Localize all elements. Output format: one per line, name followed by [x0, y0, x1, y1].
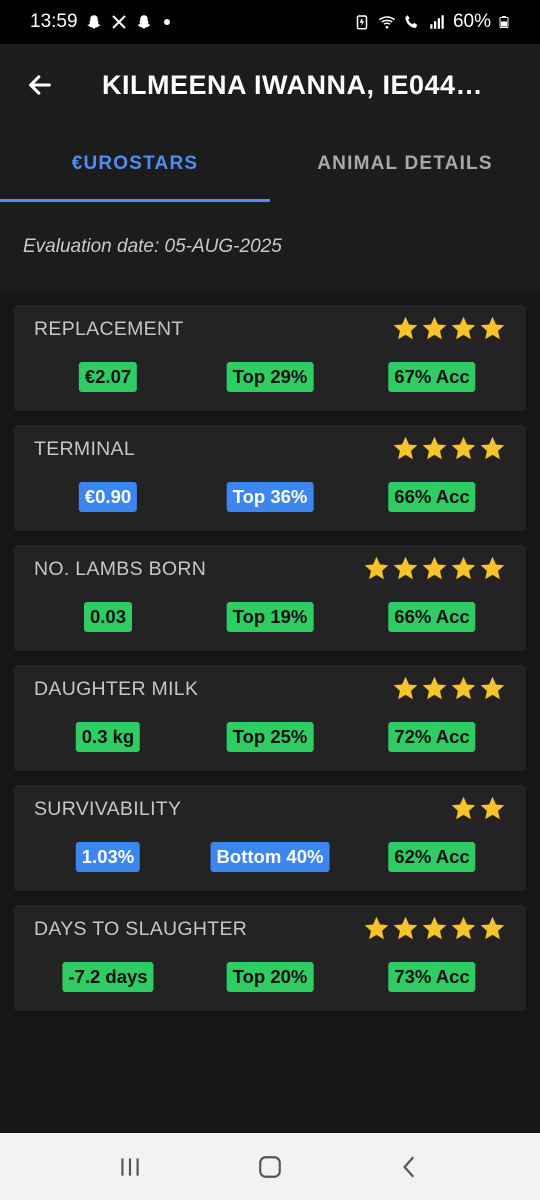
- page-title: KILMEENA IWANNA, IE044…: [102, 69, 484, 100]
- battery-percent: 60%: [452, 11, 491, 32]
- badge-row: €0.90 Top 36% 66% Acc: [14, 482, 526, 514]
- rank-badge: Top 36%: [226, 482, 314, 512]
- value-badge: 0.3 kg: [75, 722, 141, 752]
- rank-badge: Top 25%: [226, 722, 314, 752]
- system-nav-bar: [0, 1133, 540, 1200]
- accuracy-badge: 66% Acc: [388, 482, 476, 512]
- star-rating: [363, 915, 506, 942]
- star-icon: [364, 556, 389, 580]
- battery-saver-icon: [356, 15, 368, 30]
- accuracy-badge: 73% Acc: [388, 962, 476, 992]
- tab-bar: €UROSTARS ANIMAL DETAILS: [0, 126, 540, 202]
- nav-back-button[interactable]: [390, 1147, 430, 1187]
- accuracy-badge: 66% Acc: [388, 602, 476, 632]
- badge-row: €2.07 Top 29% 67% Acc: [14, 362, 526, 394]
- star-icon: [480, 916, 505, 940]
- star-icon: [422, 436, 447, 460]
- accuracy-badge: 72% Acc: [388, 722, 476, 752]
- card-title: REPLACEMENT: [34, 318, 184, 340]
- card-replacement: REPLACEMENT €2.07 Top 29% 67% Acc: [14, 305, 526, 411]
- star-icon: [422, 556, 447, 580]
- star-rating: [363, 555, 506, 582]
- home-button[interactable]: [250, 1147, 290, 1187]
- tab-animal-details[interactable]: ANIMAL DETAILS: [270, 126, 540, 202]
- notification-dot: [163, 19, 170, 25]
- badge-row: -7.2 days Top 20% 73% Acc: [14, 962, 526, 994]
- recent-apps-icon: [121, 1157, 139, 1176]
- rank-badge: Top 20%: [226, 962, 314, 992]
- badge-row: 0.03 Top 19% 66% Acc: [14, 602, 526, 634]
- star-icon: [364, 916, 389, 940]
- card-title: NO. LAMBS BORN: [34, 558, 207, 580]
- snapchat-icon: [136, 15, 151, 29]
- star-rating: [392, 315, 506, 342]
- star-icon: [422, 916, 447, 940]
- star-icon: [480, 676, 505, 700]
- star-icon: [393, 436, 418, 460]
- x-icon: [111, 15, 126, 29]
- badge-row: 1.03% Bottom 40% 62% Acc: [14, 842, 526, 874]
- accuracy-badge: 62% Acc: [388, 842, 476, 872]
- arrow-left-icon: [29, 75, 51, 95]
- status-bar: 13:59 60%: [0, 0, 540, 44]
- star-icon: [480, 316, 505, 340]
- back-icon: [403, 1156, 415, 1177]
- star-icon: [422, 316, 447, 340]
- star-icon: [480, 436, 505, 460]
- star-icon: [422, 676, 447, 700]
- status-right: 60%: [353, 11, 510, 33]
- star-icon: [451, 916, 476, 940]
- battery-icon: [499, 16, 509, 28]
- star-icon: [451, 796, 476, 820]
- star-rating: [392, 675, 506, 702]
- recent-apps-button[interactable]: [110, 1147, 150, 1187]
- star-rating: [392, 435, 506, 462]
- value-badge: €2.07: [78, 362, 138, 392]
- evaluation-row: Evaluation date: 05-AUG-2025: [0, 202, 540, 292]
- card-survivability: SURVIVABILITY 1.03% Bottom 40% 62% Acc: [14, 785, 526, 891]
- star-icon: [451, 436, 476, 460]
- status-left: 13:59: [30, 11, 170, 33]
- value-badge: -7.2 days: [62, 962, 154, 992]
- star-icon: [451, 676, 476, 700]
- card-title: DAUGHTER MILK: [34, 678, 199, 700]
- app-root: 13:59 60% KILMEENA IWANNA, IE044… €UROST…: [0, 0, 540, 1200]
- home-icon: [259, 1155, 281, 1178]
- star-icon: [393, 676, 418, 700]
- rank-badge: Bottom 40%: [210, 842, 330, 872]
- value-badge: €0.90: [78, 482, 138, 512]
- accuracy-badge: 67% Acc: [388, 362, 476, 392]
- star-icon: [393, 556, 418, 580]
- star-rating: [450, 795, 506, 822]
- star-icon: [393, 916, 418, 940]
- card-days-to-slaughter: DAYS TO SLAUGHTER -7.2 days Top 20% 73% …: [14, 905, 526, 1011]
- back-button[interactable]: [0, 44, 80, 126]
- card-title: DAYS TO SLAUGHTER: [34, 918, 248, 940]
- value-badge: 1.03%: [75, 842, 141, 872]
- tab-eurostars[interactable]: €UROSTARS: [0, 126, 270, 202]
- badge-row: 0.3 kg Top 25% 72% Acc: [14, 722, 526, 754]
- status-time: 13:59: [30, 11, 78, 32]
- app-header: KILMEENA IWANNA, IE044…: [0, 44, 540, 126]
- star-icon: [451, 556, 476, 580]
- star-icon: [393, 316, 418, 340]
- star-icon: [480, 796, 505, 820]
- wifi-icon: [378, 16, 395, 29]
- card-terminal: TERMINAL €0.90 Top 36% 66% Acc: [14, 425, 526, 531]
- card-daughter-milk: DAUGHTER MILK 0.3 kg Top 25% 72% Acc: [14, 665, 526, 771]
- card-lambs-born: NO. LAMBS BORN 0.03 Top 19% 66% Acc: [14, 545, 526, 651]
- evaluation-date: Evaluation date: 05-AUG-2025: [23, 236, 282, 257]
- star-icon: [451, 316, 476, 340]
- rank-badge: Top 29%: [226, 362, 314, 392]
- eurostar-cards: REPLACEMENT €2.07 Top 29% 67% Acc TERMIN…: [14, 305, 526, 1025]
- value-badge: 0.03: [83, 602, 133, 632]
- card-title: TERMINAL: [34, 438, 135, 460]
- rank-badge: Top 19%: [226, 602, 314, 632]
- card-title: SURVIVABILITY: [34, 798, 182, 820]
- signal-icon: [430, 15, 444, 29]
- wifi-call-icon: [405, 15, 418, 28]
- snapchat-icon: [86, 15, 101, 29]
- star-icon: [480, 556, 505, 580]
